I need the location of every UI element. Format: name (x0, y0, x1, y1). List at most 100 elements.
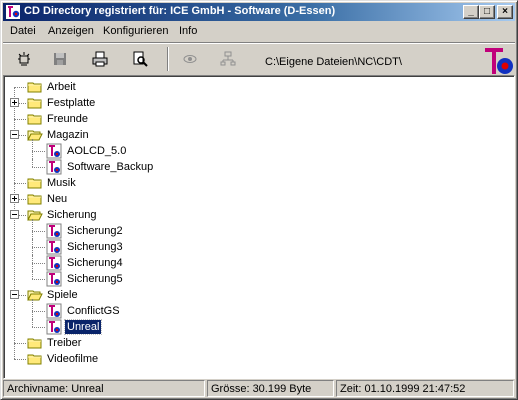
tree-line (32, 263, 45, 264)
tree-line (32, 299, 33, 311)
tree-line (14, 183, 26, 184)
cd-archive-icon (46, 255, 62, 271)
collapse-icon[interactable] (10, 290, 19, 299)
tree-item-label: Sicherung2 (67, 225, 123, 237)
current-path: C:\Eigene Dateien\NC\CDT\ (265, 56, 402, 68)
save-button[interactable] (49, 49, 71, 69)
close-button[interactable]: × (497, 5, 513, 19)
folder-icon (27, 351, 43, 367)
collapse-icon[interactable] (10, 130, 19, 139)
menu-datei[interactable]: Datei (10, 25, 36, 37)
tree-item-label: Unreal (63, 319, 103, 335)
toolbar-separator (167, 47, 169, 71)
tree-item-folder[interactable]: Festplatte (4, 95, 504, 111)
tree-item-cd[interactable]: Sicherung3 (4, 239, 504, 255)
tree-item-label: Sicherung5 (67, 273, 123, 285)
tree-item-folder[interactable]: Freunde (4, 111, 504, 127)
scan-button[interactable] (13, 49, 35, 69)
tree-line (14, 359, 26, 360)
search-icon (133, 51, 148, 67)
menu-konfigurieren[interactable]: Konfigurieren (103, 25, 168, 37)
tree-item-label: ConflictGS (67, 305, 120, 317)
search-button[interactable] (129, 49, 151, 69)
expand-icon[interactable] (10, 194, 19, 203)
menu-info[interactable]: Info (179, 25, 197, 37)
tree-line (14, 119, 26, 120)
tree-item-label: Sicherung3 (67, 241, 123, 253)
save-icon (54, 53, 66, 65)
cd-archive-icon (46, 143, 62, 159)
collapse-icon[interactable] (10, 210, 19, 219)
tree-line (32, 219, 33, 231)
view-button[interactable] (179, 49, 201, 69)
menu-bar: Datei Anzeigen Konfigurieren Info (3, 22, 515, 41)
tree-line (32, 247, 33, 255)
tree-line (14, 343, 26, 344)
folder-open-icon (27, 127, 43, 143)
minimize-button[interactable]: _ (463, 5, 479, 19)
print-button[interactable] (89, 49, 111, 69)
folder-open-icon (27, 287, 43, 303)
tree-item-folder[interactable]: Musik (4, 175, 504, 191)
tree-item-folder[interactable]: Videofilme (4, 351, 504, 367)
tree-line (32, 139, 33, 151)
tree-item-label: Magazin (47, 129, 89, 141)
menu-anzeigen[interactable]: Anzeigen (48, 25, 94, 37)
scan-icon (18, 52, 30, 66)
tree-item-cd[interactable]: Software_Backup (4, 159, 504, 175)
tree-line (32, 255, 33, 263)
cd-archive-icon (46, 319, 62, 335)
tree-item-label: Sicherung4 (67, 257, 123, 269)
folder-icon (27, 335, 43, 351)
tree-item-cd[interactable]: ConflictGS (4, 299, 504, 319)
tree-item-folder[interactable]: Sicherung (4, 207, 504, 223)
tree-line (14, 87, 26, 88)
tree-item-cd[interactable]: Unreal (4, 319, 504, 335)
tree-item-label: Arbeit (47, 81, 76, 93)
tree-item-folder[interactable]: Magazin (4, 127, 504, 143)
tree-line (32, 151, 33, 159)
tree-item-label: Musik (47, 177, 76, 189)
folder-tree[interactable]: Arbeit Festplatte Freunde Magazin AOLCD_5.0 S… (3, 75, 515, 379)
cd-archive-icon (46, 239, 62, 255)
folder-icon (27, 95, 43, 111)
tree-item-label: Videofilme (47, 353, 99, 365)
tree-line (32, 279, 45, 280)
maximize-button[interactable]: □ (479, 5, 495, 19)
cd-archive-icon (46, 303, 62, 319)
tree-item-label: Software_Backup (67, 161, 154, 173)
tree-item-folder[interactable]: Neu (4, 191, 504, 207)
main-window: CD Directory registriert für: ICE GmbH -… (0, 0, 518, 400)
app-logo (485, 48, 513, 74)
tree-line (32, 319, 33, 327)
tree-line (32, 151, 45, 152)
network-button[interactable] (217, 49, 239, 69)
tree-line (32, 311, 45, 312)
tree-item-label: Festplatte (47, 97, 96, 109)
tree-item-cd[interactable]: AOLCD_5.0 (4, 139, 504, 159)
tree-line (32, 159, 33, 167)
view-icon (183, 55, 197, 63)
folder-icon (27, 175, 43, 191)
window-title: CD Directory registriert für: ICE GmbH -… (24, 5, 336, 17)
cd-archive-icon (46, 159, 62, 175)
tree-item-label: Freunde (47, 113, 88, 125)
tree-line (32, 271, 33, 279)
tree-item-cd[interactable]: Sicherung5 (4, 271, 504, 287)
expand-icon[interactable] (10, 98, 19, 107)
folder-icon (27, 79, 43, 95)
status-bar: Archivname: Unreal Grösse: 30.199 Byte Z… (3, 379, 515, 398)
tree-item-folder[interactable]: Spiele (4, 287, 504, 303)
tree-item-label: Neu (47, 193, 68, 205)
tree-line (32, 167, 45, 168)
tree-line (32, 247, 45, 248)
tree-item-folder[interactable]: Treiber (4, 335, 504, 351)
tree-item-cd[interactable]: Sicherung2 (4, 219, 504, 239)
network-icon (220, 51, 236, 66)
title-bar[interactable]: CD Directory registriert für: ICE GmbH -… (3, 3, 515, 21)
tree-item-cd[interactable]: Sicherung4 (4, 255, 504, 271)
app-logo-icon (6, 5, 20, 19)
tree-item-folder[interactable]: Arbeit (4, 79, 504, 95)
cd-archive-icon (46, 271, 62, 287)
tree-line (32, 263, 33, 271)
